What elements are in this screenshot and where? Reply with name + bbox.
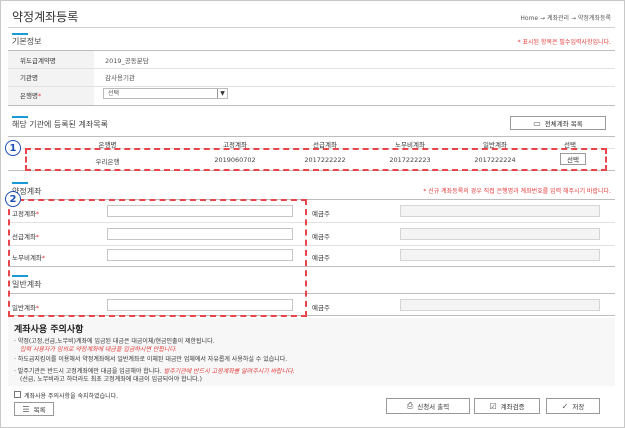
labor-holder-field	[400, 249, 600, 261]
all-accounts-button[interactable]: ▭ 전체계좌 목록	[510, 116, 606, 130]
title-divider	[8, 27, 615, 28]
annotation-badge-2: 2	[5, 191, 21, 207]
highlight-box-2	[8, 199, 307, 317]
bank-select[interactable]: 선택 ▼	[103, 88, 228, 99]
fixed-holder-label: 예금주	[312, 210, 330, 218]
save-button[interactable]: ✓ 저장	[546, 398, 600, 414]
agency-label: 기관명	[20, 74, 38, 82]
row-divider	[8, 68, 615, 69]
basic-section-title: 기본정보	[12, 37, 42, 46]
agree-checkbox[interactable]	[14, 391, 21, 398]
section-marker	[12, 33, 28, 35]
required-note: * 표시된 항목은 필수입력사항입니다.	[517, 39, 611, 46]
general-holder-label: 예금주	[312, 304, 330, 312]
chevron-down-icon: ▼	[217, 89, 227, 98]
registered-section-title: 해당 기관에 등록된 계좌목록	[12, 120, 108, 129]
advance-holder-field	[400, 228, 600, 240]
bank-label: 은행명*	[20, 92, 42, 100]
highlight-box-1	[25, 148, 607, 171]
window-icon: ▭	[533, 118, 541, 128]
table-bottom-border	[8, 105, 615, 106]
labor-holder-label: 예금주	[312, 254, 330, 262]
contract-name-value: 2019_공동분담	[105, 57, 149, 65]
table-top-border	[8, 50, 615, 51]
print-application-button[interactable]: ⎙ 신청서 출력	[386, 398, 470, 414]
page-title: 약정계좌등록	[12, 10, 79, 24]
table-top-border	[8, 136, 615, 137]
print-icon: ⎙	[406, 401, 414, 410]
section-marker	[12, 116, 28, 118]
row-divider	[8, 86, 615, 87]
contract-name-label: 위도급계약명	[20, 57, 56, 65]
check-icon: ✓	[561, 401, 569, 411]
fixed-holder-field	[400, 205, 600, 217]
notes-line-2: · 하도급지킴이를 이용해서 약정계좌에서 일반계좌로 이체된 대금만 업체에서…	[14, 356, 288, 363]
agree-label: 계좌사용 주의사항을 숙지하였습니다.	[24, 393, 119, 400]
verify-account-button[interactable]: ☑ 계좌검증	[474, 398, 540, 414]
advance-holder-label: 예금주	[312, 233, 330, 241]
notes-title: 계좌사용 주의사항	[14, 325, 84, 335]
notes-line-4: (선급, 노무비라고 하더라도 최초 고정계좌에 대금이 입금되어야 합니다.)	[20, 376, 202, 383]
annotation-badge-1: 1	[5, 140, 21, 156]
list-button[interactable]: ☰ 목록	[14, 402, 54, 416]
general-holder-field	[400, 299, 600, 311]
check-square-icon: ☑	[489, 401, 497, 411]
list-icon: ☰	[22, 404, 30, 414]
breadcrumb: Home → 계좌관리 → 약정계좌등록	[520, 15, 611, 22]
section-marker	[12, 182, 28, 184]
agency-value: 감사용기관	[105, 74, 135, 82]
notes-line-1-warning: 입력 사용자가 임의로 약정계좌에 대금을 입금하시면 안됩니다.	[20, 346, 177, 353]
new-account-warning: * 신규 계좌등록의 경우 직접 은행명과 계좌번호를 입력 해주시기 바랍니다…	[423, 188, 611, 195]
